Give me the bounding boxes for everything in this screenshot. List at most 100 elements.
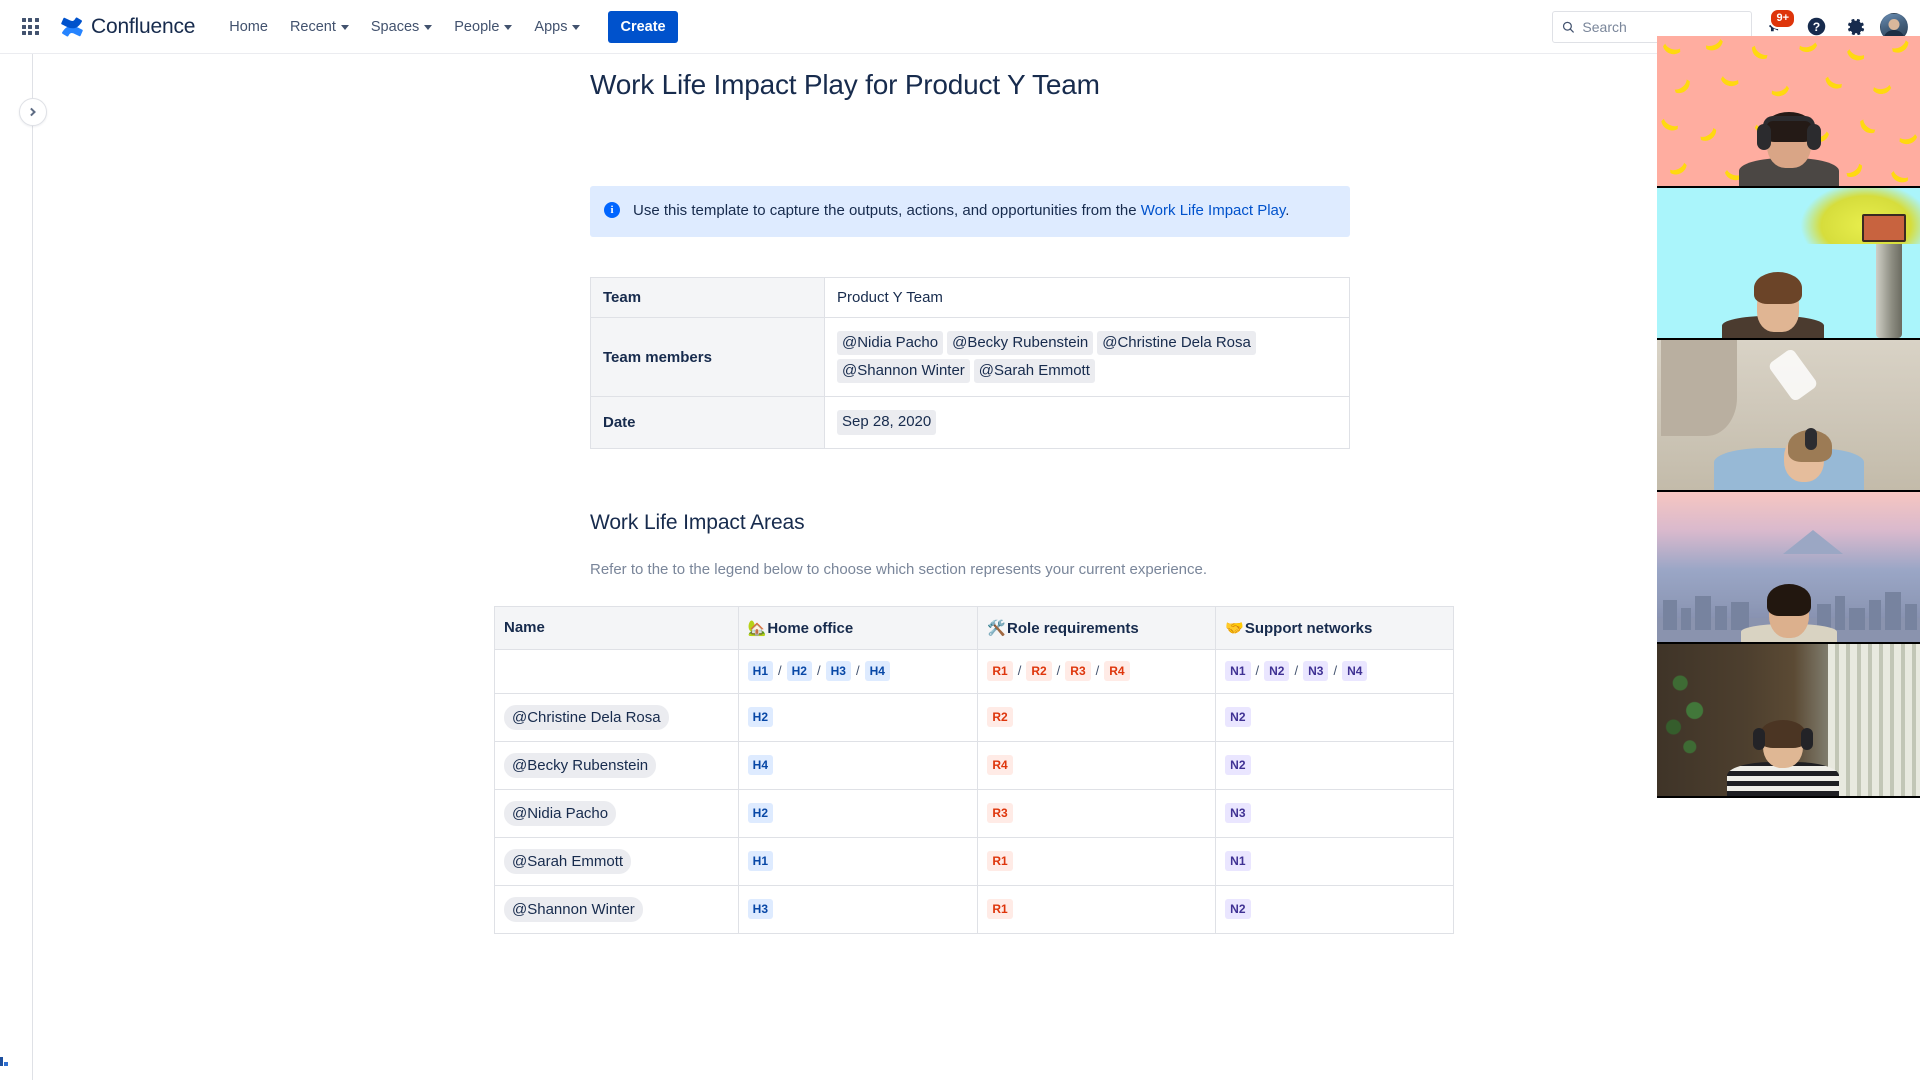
tag-role[interactable]: R4: [987, 755, 1013, 776]
tag-r4[interactable]: R4: [1104, 661, 1130, 682]
app-glyph-icon: [0, 1052, 10, 1066]
separator: /: [855, 663, 860, 679]
member-chip[interactable]: @Shannon Winter: [504, 896, 643, 922]
tag-role[interactable]: R1: [987, 851, 1013, 872]
tag-support[interactable]: N2: [1225, 707, 1251, 728]
treehouse: [1862, 214, 1906, 242]
participant-tile-1[interactable]: [1657, 36, 1920, 188]
tag-n3[interactable]: N3: [1303, 661, 1329, 682]
top-navigation-bar: Confluence Home Recent Spaces People App…: [0, 0, 1920, 54]
confluence-home-link[interactable]: Confluence: [60, 15, 195, 39]
nav-item-apps[interactable]: Apps: [524, 11, 590, 43]
nav-item-home[interactable]: Home: [219, 11, 278, 43]
member-chip[interactable]: @Becky Rubenstein: [504, 752, 657, 778]
table-row: Date Sep 28, 2020: [590, 396, 1350, 449]
tree-trunk: [1876, 234, 1902, 338]
window-blinds: [1828, 644, 1920, 796]
member-chip[interactable]: @Nidia Pacho: [504, 800, 617, 826]
column-header-support-networks: 🤝Support networks: [1215, 605, 1454, 650]
page-title: Work Life Impact Play for Product Y Team: [590, 69, 1100, 100]
search-input[interactable]: [1582, 18, 1742, 35]
nav-item-label: Apps: [534, 18, 568, 35]
participant-tile-2[interactable]: [1657, 188, 1920, 340]
confluence-logo-icon: [61, 16, 83, 37]
table-row: Team Product Y Team: [590, 276, 1350, 318]
tag-r2[interactable]: R2: [1026, 661, 1052, 682]
info-text-before: Use this template to capture the outputs…: [633, 201, 1141, 219]
member-chip[interactable]: @Shannon Winter: [837, 359, 970, 384]
tag-role[interactable]: R2: [987, 707, 1013, 728]
tag-home[interactable]: H4: [747, 755, 773, 776]
member-chip[interactable]: @Nidia Pacho: [837, 330, 944, 356]
member-chip[interactable]: @Sarah Emmott: [504, 848, 632, 874]
info-text-after: .: [1285, 201, 1290, 219]
separator: /: [1333, 663, 1338, 679]
tag-support[interactable]: N1: [1225, 851, 1251, 872]
participant-tile-4[interactable]: [1657, 492, 1920, 644]
cell-support: N1: [1215, 836, 1454, 886]
document-body: Work Life Impact Play for Product Y Team…: [494, 54, 1454, 934]
tag-support[interactable]: N3: [1225, 803, 1251, 824]
chevron-down-icon: [340, 25, 349, 30]
separator: /: [816, 663, 821, 679]
date-chip[interactable]: Sep 28, 2020: [837, 410, 937, 435]
tag-role[interactable]: R3: [987, 803, 1013, 824]
nav-item-recent[interactable]: Recent: [280, 11, 359, 43]
hammer-and-wrench-icon: 🛠️: [987, 618, 1007, 637]
tag-support[interactable]: N2: [1225, 899, 1251, 920]
headphone-cup-icon: [1804, 428, 1817, 450]
table-row: Team members @Nidia Pacho @Becky Rubenste…: [590, 316, 1350, 398]
cell-name: @Shannon Winter: [494, 884, 739, 934]
cell-name: @Becky Rubenstein: [494, 740, 739, 790]
impact-table-body: H1/H2/H3/H4 R1/R2/R3/R4 N1/N2/N3/N4 @Chr…: [494, 648, 1454, 934]
tag-h3[interactable]: H3: [825, 661, 851, 682]
separator: /: [1294, 663, 1299, 679]
cell-support: N2: [1215, 692, 1454, 742]
expand-sidebar-button[interactable]: [19, 98, 47, 126]
tag-h2[interactable]: H2: [786, 661, 812, 682]
tag-home[interactable]: H3: [747, 899, 773, 920]
separator: /: [1255, 663, 1260, 679]
nav-item-people[interactable]: People: [444, 11, 522, 43]
member-chip[interactable]: @Becky Rubenstein: [947, 330, 1094, 356]
nav-item-spaces[interactable]: Spaces: [361, 11, 442, 43]
tag-home[interactable]: H2: [747, 707, 773, 728]
tag-h1[interactable]: H1: [747, 661, 773, 682]
nav-item-label: People: [454, 18, 500, 35]
team-meta-table-body: Team Product Y Team Team members @Nidia …: [590, 276, 1350, 449]
tag-home[interactable]: H1: [747, 851, 773, 872]
cell-home: H4: [737, 740, 979, 790]
tag-r3[interactable]: R3: [1065, 661, 1091, 682]
member-chip[interactable]: @Christine Dela Rosa: [504, 704, 669, 730]
legend-cell-home: H1/H2/H3/H4: [737, 648, 979, 694]
tag-n1[interactable]: N1: [1225, 661, 1251, 682]
app-switcher-button[interactable]: [14, 11, 46, 43]
headphone-band-icon: [1762, 116, 1815, 126]
headphone-cup-left-icon: [1753, 728, 1766, 750]
gear-icon: [1848, 18, 1865, 35]
member-chip[interactable]: @Christine Dela Rosa: [1097, 330, 1256, 356]
create-button[interactable]: Create: [608, 10, 678, 43]
tag-h4[interactable]: H4: [864, 661, 890, 682]
participant-tile-5[interactable]: [1657, 644, 1920, 796]
tag-home[interactable]: H2: [747, 803, 773, 824]
cell-name: @Christine Dela Rosa: [494, 692, 739, 742]
headphone-cup-left-icon: [1756, 124, 1771, 150]
work-life-impact-play-link[interactable]: Work Life Impact Play: [1141, 202, 1286, 219]
tag-role[interactable]: R1: [987, 899, 1013, 920]
separator: /: [1095, 663, 1100, 679]
houseplant: [1661, 650, 1709, 760]
tag-r1[interactable]: R1: [987, 661, 1013, 682]
member-chip[interactable]: @Sarah Emmott: [973, 359, 1095, 384]
notification-badge: 9+: [1769, 7, 1796, 29]
tag-support[interactable]: N2: [1225, 755, 1251, 776]
impact-areas-table: Name 🏡Home office 🛠️Role requirements 🤝S…: [494, 605, 1454, 934]
chevron-down-icon: [504, 25, 513, 30]
participant-tile-3[interactable]: [1657, 340, 1920, 492]
video-call-panel[interactable]: [1657, 36, 1920, 798]
cell-role: R4: [977, 740, 1217, 790]
cell-support: N2: [1215, 740, 1454, 790]
tag-n2[interactable]: N2: [1264, 661, 1290, 682]
headphone-cup-right-icon: [1806, 124, 1821, 150]
tag-n4[interactable]: N4: [1342, 661, 1368, 682]
